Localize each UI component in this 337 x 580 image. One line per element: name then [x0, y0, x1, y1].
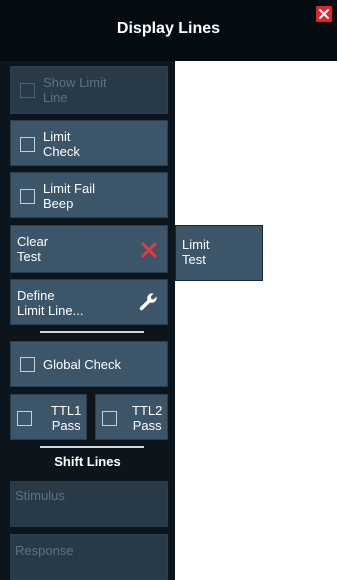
separator [40, 446, 144, 448]
stimulus-label: Stimulus [15, 488, 65, 503]
ttl1-pass-label: TTL1 Pass [51, 403, 82, 433]
response-label: Response [15, 543, 74, 558]
close-icon [318, 8, 330, 20]
display-lines-panel: Show Limit Line Limit Check Limit Fail B… [0, 61, 175, 580]
show-limit-line-checkbox[interactable] [20, 83, 35, 98]
limit-fail-beep-label: Limit Fail Beep [43, 181, 96, 211]
response-button[interactable]: Response [10, 534, 168, 580]
global-check-label: Global Check [43, 357, 122, 372]
ttl1-pass-checkbox[interactable] [17, 411, 32, 426]
ttl2-pass-checkbox[interactable] [102, 411, 117, 426]
shift-lines-title: Shift Lines [54, 454, 121, 469]
global-check-button[interactable]: Global Check [10, 341, 168, 387]
limit-check-button[interactable]: Limit Check [10, 120, 168, 166]
limit-test-label: Limit Test [182, 237, 210, 267]
define-limit-line-label: Define Limit Line... [17, 288, 84, 318]
close-button[interactable] [316, 6, 332, 22]
wrench-icon [139, 293, 157, 311]
show-limit-line-label: Show Limit Line [43, 75, 107, 105]
limit-fail-beep-button[interactable]: Limit Fail Beep [10, 172, 168, 218]
stimulus-button[interactable]: Stimulus [10, 481, 168, 527]
limit-check-checkbox[interactable] [20, 137, 35, 152]
ttl2-pass-button[interactable]: TTL2 Pass [95, 394, 168, 440]
dialog-title: Display Lines [116, 20, 221, 37]
ttl2-pass-label: TTL2 Pass [132, 403, 163, 433]
limit-fail-beep-checkbox[interactable] [20, 189, 35, 204]
limit-test-softkey[interactable]: Limit Test [175, 225, 263, 281]
x-icon [141, 242, 157, 258]
ttl1-pass-button[interactable]: TTL1 Pass [10, 394, 87, 440]
separator [40, 331, 144, 333]
clear-test-button[interactable]: Clear Test [10, 225, 168, 273]
show-limit-line-button[interactable]: Show Limit Line [10, 66, 168, 114]
limit-check-label: Limit Check [43, 129, 80, 159]
define-limit-line-button[interactable]: Define Limit Line... [10, 279, 168, 325]
dialog-header: Display Lines [0, 0, 337, 61]
clear-test-label: Clear Test [17, 234, 49, 264]
global-check-checkbox[interactable] [20, 357, 35, 372]
